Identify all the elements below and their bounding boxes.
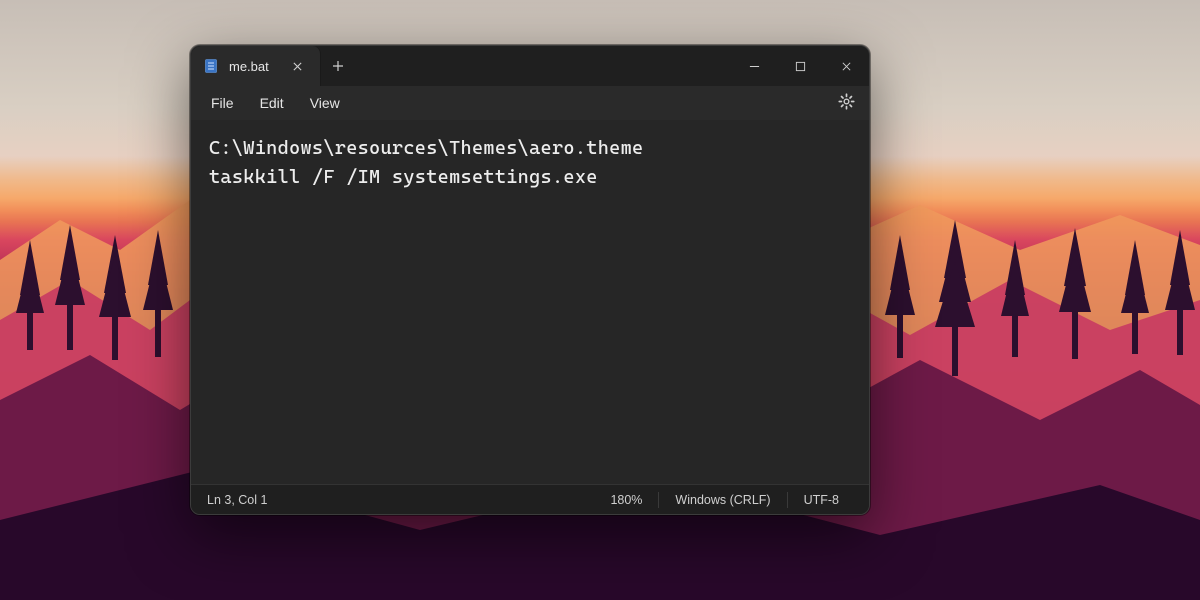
gear-icon <box>838 93 855 113</box>
minimize-button[interactable] <box>731 46 777 86</box>
editor-content[interactable]: C:\Windows\resources\Themes\aero.theme t… <box>191 120 869 484</box>
settings-button[interactable] <box>831 88 861 118</box>
menu-file[interactable]: File <box>199 91 246 115</box>
titlebar[interactable]: me.bat <box>191 46 869 86</box>
notepad-window: me.bat File Edit View <box>190 45 870 515</box>
menu-view[interactable]: View <box>298 91 352 115</box>
status-zoom[interactable]: 180% <box>594 485 658 514</box>
window-close-button[interactable] <box>823 46 869 86</box>
window-controls <box>731 46 869 86</box>
status-line-endings[interactable]: Windows (CRLF) <box>659 485 786 514</box>
status-cursor-position[interactable]: Ln 3, Col 1 <box>205 485 283 514</box>
tab-close-button[interactable] <box>286 55 308 77</box>
titlebar-drag-region[interactable] <box>355 46 731 86</box>
tab-current[interactable]: me.bat <box>191 46 321 86</box>
statusbar: Ln 3, Col 1 180% Windows (CRLF) UTF-8 <box>191 484 869 514</box>
menubar: File Edit View <box>191 86 869 120</box>
maximize-button[interactable] <box>777 46 823 86</box>
menu-edit[interactable]: Edit <box>248 91 296 115</box>
notepad-file-icon <box>203 58 219 74</box>
tab-title: me.bat <box>229 59 276 74</box>
status-encoding[interactable]: UTF-8 <box>788 485 855 514</box>
new-tab-button[interactable] <box>321 46 355 86</box>
